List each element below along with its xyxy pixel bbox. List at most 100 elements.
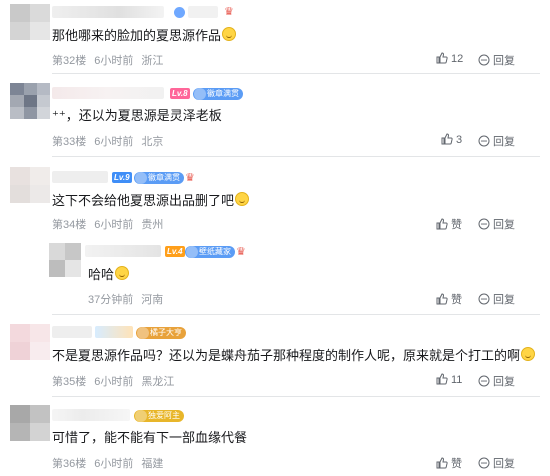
- thumbs-up-icon: [436, 373, 448, 385]
- like-count: 12: [451, 53, 464, 65]
- reply-button[interactable]: 回复: [478, 291, 515, 307]
- thumbs-up-icon: [436, 52, 448, 64]
- reply-icon: [478, 54, 490, 66]
- divider: [52, 73, 540, 74]
- divider: [52, 396, 540, 397]
- comment-meta: 第32楼 6小时前 浙江: [52, 52, 171, 68]
- emoji-icon: [235, 192, 250, 206]
- username-tail: [188, 6, 218, 18]
- like-button[interactable]: 11: [436, 373, 462, 386]
- medal-label: 壁纸藏家: [199, 247, 231, 256]
- medal-label: 独爱阿主: [148, 411, 180, 420]
- medal-label: 徽章满贯: [207, 89, 239, 98]
- username[interactable]: [85, 245, 161, 257]
- timestamp: 6小时前: [94, 55, 134, 67]
- like-count: 3: [456, 134, 463, 146]
- comment-text-value: 这下不会给他夏思源出品删了吧: [52, 193, 235, 208]
- timestamp: 6小时前: [94, 376, 134, 388]
- comment-meta: 第34楼 6小时前 贵州: [52, 216, 171, 232]
- like-count: 赞: [451, 458, 462, 470]
- comment-meta: 第35楼 6小时前 黑龙江: [52, 373, 182, 389]
- avatar[interactable]: [49, 243, 81, 277]
- username[interactable]: [52, 171, 108, 183]
- reply-label: 回复: [493, 136, 515, 148]
- reply-button[interactable]: 回复: [478, 52, 515, 68]
- reply-label: 回复: [493, 376, 515, 388]
- crown-icon: ♛: [236, 246, 246, 258]
- like-button[interactable]: 3: [441, 133, 462, 146]
- reply-label: 回复: [493, 458, 515, 470]
- timestamp: 6小时前: [94, 136, 134, 148]
- like-button[interactable]: 12: [436, 52, 463, 65]
- username[interactable]: [52, 87, 164, 99]
- comment-meta: 第33楼 6小时前 北京: [52, 133, 171, 149]
- comment-text-value: 不是夏思源作品吗？还以为是蝶舟茄子那种程度的制作人呢，原来就是个打工的啊: [52, 348, 521, 363]
- comment-text: 可惜了，能不能有下一部血缘代餐: [52, 430, 247, 446]
- avatar[interactable]: [10, 405, 50, 441]
- reply-icon: [478, 293, 490, 305]
- username-colored: [95, 326, 133, 338]
- comment-text-value: 可惜了，能不能有下一部血缘代餐: [52, 430, 248, 445]
- timestamp: 6小时前: [94, 219, 134, 231]
- medal-badge: 壁纸藏家: [185, 246, 235, 258]
- floor-number: 第35楼: [52, 376, 87, 388]
- comment-text: 那他哪来的脸加的夏思源作品: [52, 27, 237, 44]
- ip-region: 黑龙江: [141, 376, 175, 388]
- comment-text: 不是夏思源作品吗？还以为是蝶舟茄子那种程度的制作人呢，原来就是个打工的啊: [52, 347, 536, 364]
- comment-text-value: 那他哪来的脸加的夏思源作品: [52, 28, 222, 43]
- avatar[interactable]: [10, 83, 50, 119]
- emoji-icon: [521, 347, 536, 361]
- thumbs-up-icon: [441, 133, 453, 145]
- like-count: 赞: [451, 219, 462, 231]
- comment-meta: 37分钟前 河南: [88, 291, 171, 307]
- thumbs-up-icon: [436, 218, 448, 230]
- reply-button[interactable]: 回复: [478, 133, 515, 149]
- divider: [52, 314, 540, 315]
- reply-label: 回复: [493, 294, 515, 306]
- floor-number: 第33楼: [52, 136, 87, 148]
- like-count: 赞: [451, 294, 462, 306]
- comment-text: 这下不会给他夏思源出品删了吧: [52, 192, 250, 209]
- medal-badge: 徽章满贯: [134, 172, 184, 184]
- username[interactable]: [52, 326, 92, 338]
- floor-number: 第34楼: [52, 219, 87, 231]
- level-badge: Lv.4: [165, 246, 185, 257]
- avatar[interactable]: [10, 324, 50, 360]
- reply-label: 回复: [493, 219, 515, 231]
- medal-badge: 徽章满贯: [193, 88, 243, 100]
- like-button[interactable]: 赞: [436, 216, 462, 232]
- floor-number: 第32楼: [52, 55, 87, 67]
- emoji-icon: [115, 266, 130, 280]
- emoji-icon: [222, 27, 237, 41]
- ip-region: 福建: [141, 458, 164, 470]
- avatar[interactable]: [10, 167, 50, 203]
- floor-number: 第36楼: [52, 458, 87, 470]
- ip-region: 北京: [141, 136, 164, 148]
- reply-icon: [478, 375, 490, 387]
- divider: [52, 156, 540, 157]
- reply-icon: [478, 135, 490, 147]
- medal-label: 徽章满贯: [148, 173, 180, 182]
- comment-text: ⁺⁺，还以为夏思源是灵泽老板: [52, 108, 222, 124]
- ip-region: 贵州: [141, 219, 164, 231]
- reply-button[interactable]: 回复: [478, 216, 515, 232]
- reply-button[interactable]: 回复: [478, 373, 515, 389]
- ip-region: 浙江: [141, 55, 164, 67]
- like-button[interactable]: 赞: [436, 455, 462, 471]
- username[interactable]: [52, 409, 130, 421]
- reply-button[interactable]: 回复: [478, 455, 515, 471]
- timestamp: 6小时前: [94, 458, 134, 470]
- comment-meta: 第36楼 6小时前 福建: [52, 455, 171, 471]
- avatar[interactable]: [10, 4, 50, 40]
- reply-icon: [478, 457, 490, 469]
- verified-icon: [174, 7, 185, 18]
- crown-icon: ♛: [185, 172, 195, 184]
- username[interactable]: [52, 6, 164, 18]
- like-count: 11: [451, 374, 463, 386]
- ip-region: 河南: [141, 294, 164, 306]
- medal-badge: 橘子大亨: [136, 327, 186, 339]
- reply-label: 回复: [493, 55, 515, 67]
- like-button[interactable]: 赞: [436, 291, 462, 307]
- thumbs-up-icon: [436, 293, 448, 305]
- crown-icon: ♛: [224, 6, 234, 18]
